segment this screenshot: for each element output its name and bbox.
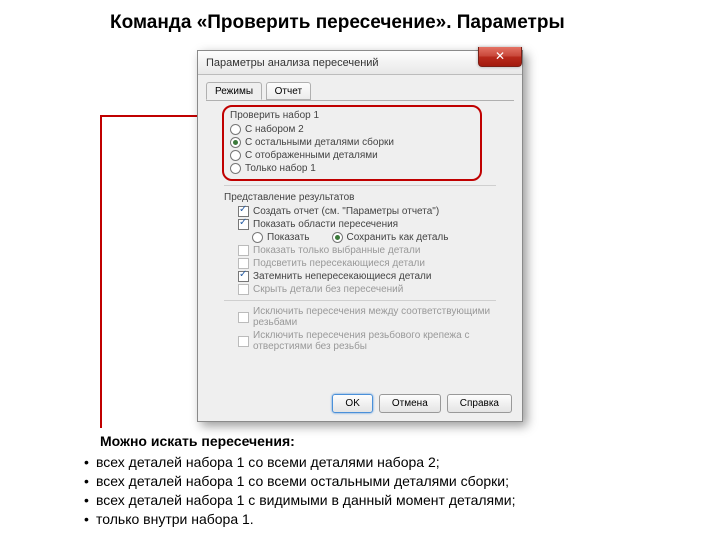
dialog-titlebar[interactable]: Параметры анализа пересечений ✕	[198, 51, 522, 75]
checkbox-icon	[238, 219, 249, 230]
check-set1-title: Проверить набор 1	[230, 110, 474, 121]
opt-label: Сохранить как деталь	[347, 232, 449, 243]
opt-with-set2[interactable]: С набором 2	[230, 123, 474, 136]
opt-label: С остальными деталями сборки	[245, 137, 394, 148]
explanation-notes: Можно искать пересечения: всех деталей н…	[100, 432, 660, 528]
tab-bar: Режимы Отчет	[206, 81, 514, 101]
chk-exclude-fasteners[interactable]: Исключить пересечения резьбового крепежа…	[238, 329, 512, 353]
modes-panel: Проверить набор 1 С набором 2 С остальны…	[198, 105, 522, 359]
chk-create-report[interactable]: Создать отчет (см. "Параметры отчета")	[238, 205, 512, 218]
opt-label: Подсветить пересекающиеся детали	[253, 258, 425, 269]
radio-icon	[230, 150, 241, 161]
list-item: всех деталей набора 1 со всеми остальным…	[84, 472, 660, 491]
opt-label: Исключить пересечения между соответствую…	[253, 306, 512, 328]
checkbox-icon	[238, 245, 249, 256]
results-title: Представление результатов	[224, 192, 512, 203]
checkbox-icon	[238, 271, 249, 282]
radio-icon	[230, 163, 241, 174]
check-set1-group-highlight: Проверить набор 1 С набором 2 С остальны…	[222, 105, 482, 181]
opt-label: Показать	[267, 232, 310, 243]
callout-connector-vertical	[100, 115, 102, 428]
radio-show[interactable]: Показать Сохранить как деталь	[252, 231, 512, 244]
opt-with-rest-assembly[interactable]: С остальными деталями сборки	[230, 136, 474, 149]
opt-label: Показать области пересечения	[253, 219, 398, 230]
opt-label: С отображенными деталями	[245, 150, 378, 161]
checkbox-icon	[238, 206, 249, 217]
checkbox-icon	[238, 284, 249, 295]
intersection-params-dialog: Параметры анализа пересечений ✕ Режимы О…	[197, 50, 523, 422]
separator	[224, 185, 496, 186]
cancel-button[interactable]: Отмена	[379, 394, 441, 413]
opt-label: Скрыть детали без пересечений	[253, 284, 403, 295]
dialog-title: Параметры анализа пересечений	[206, 57, 379, 69]
list-item: всех деталей набора 1 с видимыми в данны…	[84, 491, 660, 510]
chk-exclude-threads[interactable]: Исключить пересечения между соответствую…	[238, 305, 512, 329]
opt-only-set1[interactable]: Только набор 1	[230, 162, 474, 175]
slide-title: Команда «Проверить пересечение». Парамет…	[110, 12, 565, 34]
opt-label: С набором 2	[245, 124, 304, 135]
notes-title: Можно искать пересечения:	[100, 432, 660, 451]
close-icon: ✕	[495, 49, 505, 63]
opt-label: Только набор 1	[245, 163, 316, 174]
checkbox-icon	[238, 336, 249, 347]
radio-icon	[230, 124, 241, 135]
radio-icon	[252, 232, 263, 243]
tab-modes[interactable]: Режимы	[206, 82, 262, 100]
chk-only-selected[interactable]: Показать только выбранные детали	[238, 244, 512, 257]
chk-highlight-intersecting[interactable]: Подсветить пересекающиеся детали	[238, 257, 512, 270]
opt-label: Затемнить непересекающиеся детали	[253, 271, 431, 282]
chk-hide-nonintersecting[interactable]: Скрыть детали без пересечений	[238, 283, 512, 296]
opt-label: Показать только выбранные детали	[253, 245, 420, 256]
opt-label: Исключить пересечения резьбового крепежа…	[253, 330, 512, 352]
opt-label: Создать отчет (см. "Параметры отчета")	[253, 206, 439, 217]
checkbox-icon	[238, 312, 249, 323]
help-button[interactable]: Справка	[447, 394, 512, 413]
chk-dim-nonintersecting[interactable]: Затемнить непересекающиеся детали	[238, 270, 512, 283]
list-item: только внутри набора 1.	[84, 510, 660, 529]
radio-icon	[230, 137, 241, 148]
separator	[224, 300, 496, 301]
notes-list: всех деталей набора 1 со всеми деталями …	[100, 453, 660, 529]
ok-button[interactable]: OK	[332, 394, 372, 413]
dialog-buttons: OK Отмена Справка	[332, 394, 512, 413]
tab-report[interactable]: Отчет	[266, 82, 311, 100]
opt-with-displayed[interactable]: С отображенными деталями	[230, 149, 474, 162]
close-button[interactable]: ✕	[478, 47, 522, 67]
checkbox-icon	[238, 258, 249, 269]
chk-show-areas[interactable]: Показать области пересечения	[238, 218, 512, 231]
list-item: всех деталей набора 1 со всеми деталями …	[84, 453, 660, 472]
radio-icon	[332, 232, 343, 243]
